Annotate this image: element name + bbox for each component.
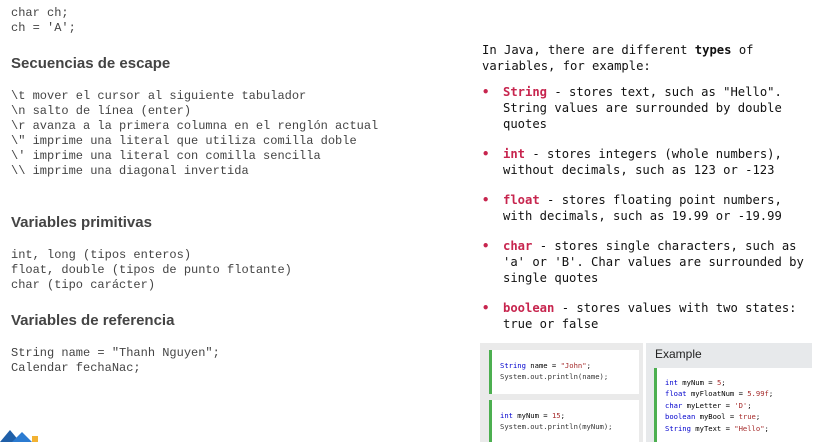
code-line: System.out.println(name); [500, 372, 609, 381]
logo-icon [0, 430, 38, 442]
escape-line: \\ imprime una diagonal invertida [11, 164, 249, 178]
code-text: ; [747, 400, 752, 410]
escape-list: \t mover el cursor al siguiente tabulado… [11, 89, 378, 179]
escape-line: \' imprime una literal con comilla senci… [11, 149, 321, 163]
bullet-icon: • [482, 193, 490, 207]
code-text: name = [525, 361, 561, 370]
escape-line: \t mover el cursor al siguiente tabulado… [11, 89, 307, 103]
primitive-line: int, long (tipos enteros) [11, 248, 192, 262]
code-text: ; [768, 389, 774, 399]
escape-line: \r avanza a la primera columna en el ren… [11, 119, 379, 133]
code-text: myFloatNum = [686, 389, 748, 399]
code-text: ; [586, 361, 591, 370]
code-text: myNum = [677, 378, 717, 387]
bullet-icon: • [482, 147, 490, 161]
primitive-line: float, double (tipos de punto flotante) [11, 263, 292, 277]
type-desc: - stores single characters, such as 'a' … [503, 239, 804, 285]
intro-text: In Java, there are different [482, 43, 695, 57]
type-keyword: char [503, 239, 533, 253]
code-type: String [665, 423, 691, 433]
code-box-string: String name = "John"; System.out.println… [489, 350, 639, 394]
code-value: 'D' [734, 400, 748, 410]
type-item-string: • String - stores text, such as "Hello". … [482, 84, 812, 132]
code-type: int [500, 411, 513, 420]
code-text: ; [755, 412, 761, 422]
code-value: 15 [551, 411, 561, 420]
types-intro: In Java, there are different types of va… [482, 42, 812, 74]
code-box-all-types: int myNum = 5; float myFloatNum = 5.99f;… [654, 368, 812, 442]
primitive-line: char (tipo carácter) [11, 278, 156, 292]
bullet-icon: • [482, 301, 490, 315]
code-text: myNum = [512, 411, 552, 420]
reference-line: String name = "Thanh Nguyen"; [11, 346, 220, 360]
escape-line: \" imprime una literal que utiliza comil… [11, 134, 357, 148]
reference-heading: Variables de referencia [11, 312, 175, 329]
code-type: float [665, 389, 687, 399]
type-keyword: int [503, 147, 526, 161]
type-item-char: • char - stores single characters, such a… [482, 238, 812, 286]
code-type: int [665, 378, 678, 387]
code-text: ; [764, 423, 769, 433]
type-item-int: • int - stores integers (whole numbers), … [482, 146, 812, 178]
bullet-icon: • [482, 85, 490, 99]
code-line: ch = 'A'; [11, 21, 76, 35]
type-item-boolean: • boolean - stores values with two states… [482, 300, 812, 332]
type-desc: - stores integers (whole numbers), witho… [503, 147, 782, 177]
type-desc: - stores floating point numbers, with de… [503, 193, 782, 223]
code-value: "John" [560, 361, 587, 370]
intro-bold: types [694, 43, 732, 57]
bullet-icon: • [482, 239, 490, 253]
reference-list: String name = "Thanh Nguyen"; Calendar f… [11, 346, 220, 376]
code-box-int: int myNum = 15; System.out.println(myNum… [489, 400, 639, 442]
code-text: ; [721, 378, 726, 387]
code-text: ; [560, 411, 565, 420]
code-type: char [665, 400, 683, 410]
code-text: myText = [690, 423, 735, 433]
code-text: myBool = [695, 412, 739, 422]
types-list: • String - stores text, such as "Hello". … [482, 84, 812, 332]
code-text: myLetter = [682, 400, 735, 410]
type-keyword: float [503, 193, 540, 207]
primitive-heading: Variables primitivas [11, 214, 152, 231]
code-line: System.out.println(myNum); [500, 422, 613, 431]
code-type: String [500, 361, 526, 370]
reference-line: Calendar fechaNac; [11, 361, 141, 375]
code-value: true [738, 412, 756, 422]
type-item-float: • float - stores floating point numbers, … [482, 192, 812, 224]
code-line: char ch; [11, 6, 69, 20]
type-keyword: String [503, 85, 548, 99]
primitive-list: int, long (tipos enteros) float, double … [11, 248, 292, 293]
code-type: boolean [665, 412, 696, 422]
top-code-block: char ch; ch = 'A'; [11, 6, 76, 36]
code-value: 5.99f [747, 389, 769, 399]
code-value: "Hello" [734, 423, 765, 433]
escape-heading: Secuencias de escape [11, 55, 171, 72]
escape-line: \n salto de línea (enter) [11, 104, 192, 118]
type-keyword: boolean [503, 301, 555, 315]
example-title: Example [655, 347, 702, 361]
